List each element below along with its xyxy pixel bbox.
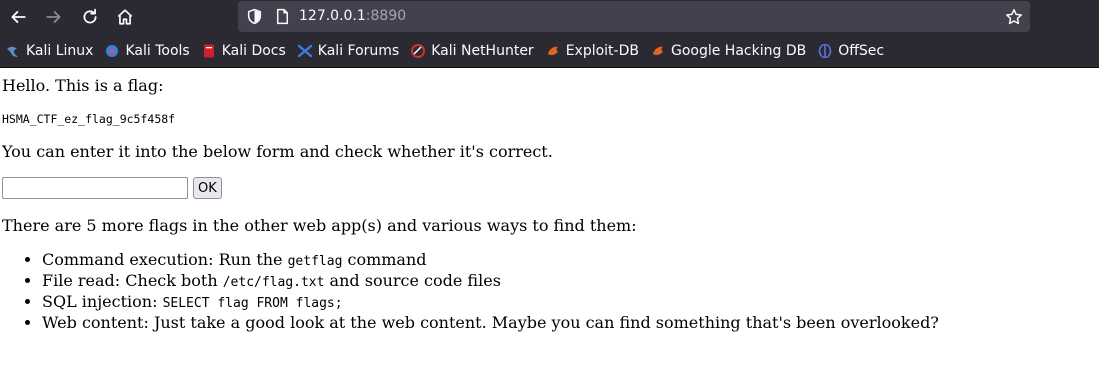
hint-command-execution: Command execution: Run the getflag comma… [42, 250, 939, 271]
home-button[interactable] [110, 2, 140, 32]
ok-button[interactable]: OK [193, 177, 222, 199]
url-bar[interactable]: 127.0.0.1:8890 [238, 1, 1030, 32]
kali-docs-icon [203, 44, 214, 57]
hint-text: Command execution: Run the [42, 250, 288, 269]
bookmark-star-icon[interactable] [1005, 8, 1023, 26]
more-flags-text: There are 5 more flags in the other web … [2, 216, 637, 235]
bookmark-kali-docs[interactable]: Kali Docs [202, 43, 286, 59]
url-port: :8890 [365, 8, 407, 24]
hint-text: Web content: Just take a good look at th… [42, 313, 939, 332]
hint-text: File read: Check both [42, 271, 223, 290]
kali-tools-icon [106, 44, 119, 57]
bookmark-offsec[interactable]: OffSec [818, 43, 884, 59]
hint-text: SQL injection: [42, 292, 163, 311]
ghdb-icon [652, 46, 663, 55]
bookmark-kali-tools[interactable]: Kali Tools [105, 42, 190, 59]
reload-button[interactable] [75, 2, 105, 32]
bookmark-label: Kali Linux [26, 42, 94, 59]
kali-forums-icon [297, 44, 312, 57]
kali-nethunter-icon [411, 43, 426, 58]
page-info-icon[interactable] [274, 8, 291, 25]
back-button[interactable] [3, 2, 33, 32]
flag-value: HSMA_CTF_ez_flag_9c5f458f [2, 112, 176, 126]
instructions-text: You can enter it into the below form and… [2, 142, 553, 161]
bookmark-label: Kali Docs [221, 42, 286, 59]
bookmark-label: Kali Forums [317, 42, 400, 59]
hint-file-read: File read: Check both /etc/flag.txt and … [42, 271, 939, 292]
hint-code: /etc/flag.txt [222, 275, 325, 290]
hint-text: and source code files [324, 271, 501, 290]
bookmark-label: OffSec [838, 42, 885, 59]
shield-icon[interactable] [246, 8, 263, 25]
bookmark-kali-nethunter[interactable]: Kali NetHunter [411, 42, 534, 59]
bookmarks-toolbar: Kali Linux Kali Tools Kali Docs Kali For… [0, 34, 1099, 68]
hints-list: Command execution: Run the getflag comma… [2, 250, 939, 332]
exploit-db-icon [547, 46, 558, 55]
bookmark-google-hacking-db[interactable]: Google Hacking DB [651, 43, 806, 59]
bookmark-label: Kali Tools [125, 42, 190, 59]
bookmark-label: Exploit-DB [565, 42, 639, 59]
forward-arrow-icon [46, 11, 61, 23]
flag-input[interactable] [2, 177, 188, 199]
back-arrow-icon [11, 11, 26, 23]
hint-web-content: Web content: Just take a good look at th… [42, 313, 939, 332]
forward-button[interactable] [39, 2, 69, 32]
browser-toolbar: 127.0.0.1:8890 [0, 0, 1099, 34]
bookmark-kali-forums[interactable]: Kali Forums [297, 42, 400, 59]
url-text[interactable]: 127.0.0.1:8890 [299, 1, 406, 32]
bookmark-label: Kali NetHunter [431, 42, 534, 59]
home-icon [117, 9, 133, 25]
hint-text: command [342, 250, 427, 269]
bookmark-kali-linux[interactable]: Kali Linux [6, 43, 93, 59]
url-host: 127.0.0.1 [299, 8, 366, 24]
flag-check-form: OK [2, 177, 222, 199]
hint-code: SELECT flag FROM flags; [162, 296, 343, 311]
greeting-text: Hello. This is a flag: [2, 76, 164, 95]
offsec-icon [818, 43, 832, 58]
hint-sql-injection: SQL injection: SELECT flag FROM flags; [42, 292, 939, 313]
reload-icon [83, 8, 97, 24]
hint-code: getflag [287, 254, 343, 269]
bookmark-label: Google Hacking DB [670, 42, 807, 59]
kali-dragon-icon [7, 46, 18, 57]
bookmark-exploit-db[interactable]: Exploit-DB [546, 43, 639, 59]
